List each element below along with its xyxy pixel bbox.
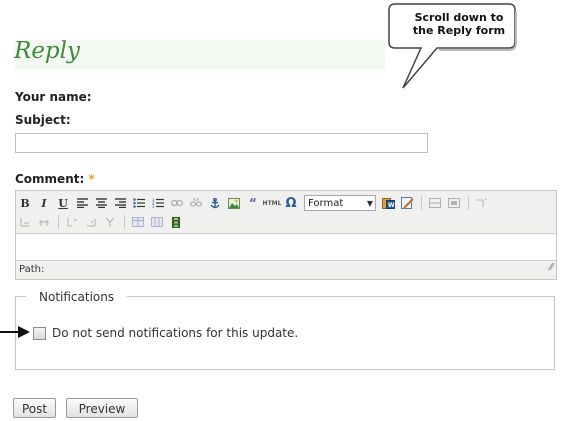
table-grid-icon[interactable] — [148, 213, 166, 231]
comment-editor: B I U 123 “ HTML Ω Format ▼ W Path: ⁄⁄ — [15, 190, 557, 280]
align-left-icon[interactable] — [73, 194, 91, 212]
svg-text:3: 3 — [152, 204, 155, 208]
insert-row-icon[interactable] — [473, 194, 491, 212]
arrow-right-icon — [0, 326, 30, 338]
italic-icon[interactable]: I — [35, 194, 53, 212]
path-label: Path: — [19, 264, 45, 275]
special-char-icon[interactable]: Ω — [282, 194, 300, 212]
notifications-legend: Notifications — [26, 290, 128, 304]
edit-note-icon[interactable] — [398, 194, 416, 212]
callout-text: Scroll down to the Reply form — [404, 11, 514, 37]
toolbar-row-1: B I U 123 “ HTML Ω Format ▼ W — [16, 194, 492, 212]
bold-icon[interactable]: B — [16, 194, 34, 212]
resize-grip-icon[interactable]: ⁄⁄ — [550, 259, 553, 277]
notification-option: Do not send notifications for this updat… — [33, 326, 298, 340]
svg-text:W: W — [388, 202, 395, 209]
post-button[interactable]: Post — [13, 398, 56, 418]
chevron-down-icon: ▼ — [366, 198, 373, 208]
required-marker: * — [88, 172, 95, 186]
bullet-list-icon[interactable] — [130, 194, 148, 212]
delete-row-icon[interactable] — [16, 213, 34, 231]
subject-label: Subject: — [15, 113, 71, 127]
table-cell-icon[interactable] — [445, 194, 463, 212]
format-select-label: Format — [308, 197, 344, 209]
paste-word-icon[interactable]: W — [379, 194, 397, 212]
callout-line-1: Scroll down to — [414, 11, 504, 24]
blockquote-icon[interactable]: “ — [244, 194, 262, 212]
toolbar-separator — [124, 215, 125, 229]
comment-label-text: Comment: — [15, 172, 85, 186]
insert-column-icon[interactable] — [35, 213, 53, 231]
table-icon[interactable] — [129, 213, 147, 231]
split-cell-icon[interactable] — [63, 213, 81, 231]
image-icon[interactable] — [225, 194, 243, 212]
merge-cell-icon[interactable] — [82, 213, 100, 231]
toolbar-separator — [58, 215, 59, 229]
toolbar-row-2 — [16, 213, 186, 231]
html-icon[interactable]: HTML — [263, 194, 282, 212]
no-notify-label[interactable]: Do not send notifications for this updat… — [52, 326, 298, 340]
scroll-callout: Scroll down to the Reply form — [385, 0, 561, 92]
callout-line-2: the Reply form — [412, 24, 506, 37]
anchor-icon[interactable] — [206, 194, 224, 212]
editor-path-bar: Path: ⁄⁄ — [16, 260, 556, 279]
reply-title: Reply — [14, 38, 81, 64]
underline-icon[interactable]: U — [54, 194, 72, 212]
number-list-icon[interactable]: 123 — [149, 194, 167, 212]
preview-button[interactable]: Preview — [66, 398, 138, 418]
toolbar-separator — [468, 196, 469, 210]
comment-textarea[interactable] — [16, 234, 556, 260]
format-select[interactable]: Format ▼ — [304, 195, 376, 211]
toolbar-separator — [421, 196, 422, 210]
your-name-label: Your name: — [15, 90, 92, 104]
comment-label: Comment: * — [15, 172, 95, 186]
cell-properties-icon[interactable] — [101, 213, 119, 231]
no-notify-checkbox[interactable] — [33, 326, 46, 340]
subject-input[interactable] — [15, 133, 428, 153]
unlink-icon[interactable] — [187, 194, 205, 212]
align-right-icon[interactable] — [111, 194, 129, 212]
table-row-icon[interactable] — [426, 194, 444, 212]
media-film-icon[interactable] — [167, 213, 185, 231]
editor-toolbar: B I U 123 “ HTML Ω Format ▼ W — [16, 191, 556, 234]
align-center-icon[interactable] — [92, 194, 110, 212]
link-icon[interactable] — [168, 194, 186, 212]
